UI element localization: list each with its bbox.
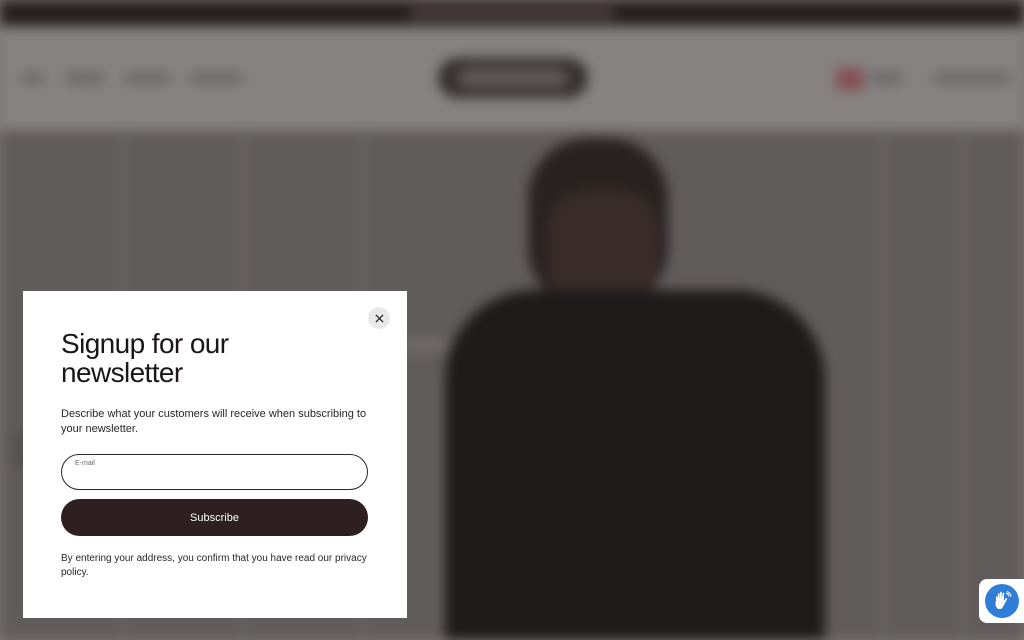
email-label: E-mail — [75, 460, 95, 467]
email-input[interactable] — [74, 469, 354, 487]
accessibility-widget-badge — [984, 584, 1019, 618]
subscribe-button[interactable]: Subscribe — [61, 499, 368, 536]
newsletter-modal: Signup for our newsletter Describe what … — [23, 291, 407, 618]
modal-title: Signup for our newsletter — [61, 328, 229, 388]
modal-description: Describe what your customers will receiv… — [61, 408, 367, 435]
accessibility-widget-button[interactable] — [979, 579, 1024, 623]
accessibility-hand-icon — [994, 590, 1012, 609]
email-field[interactable]: E-mail — [61, 454, 368, 490]
close-icon — [374, 313, 384, 323]
close-button[interactable] — [368, 307, 390, 329]
privacy-notice: By entering your address, you confirm th… — [61, 553, 367, 578]
